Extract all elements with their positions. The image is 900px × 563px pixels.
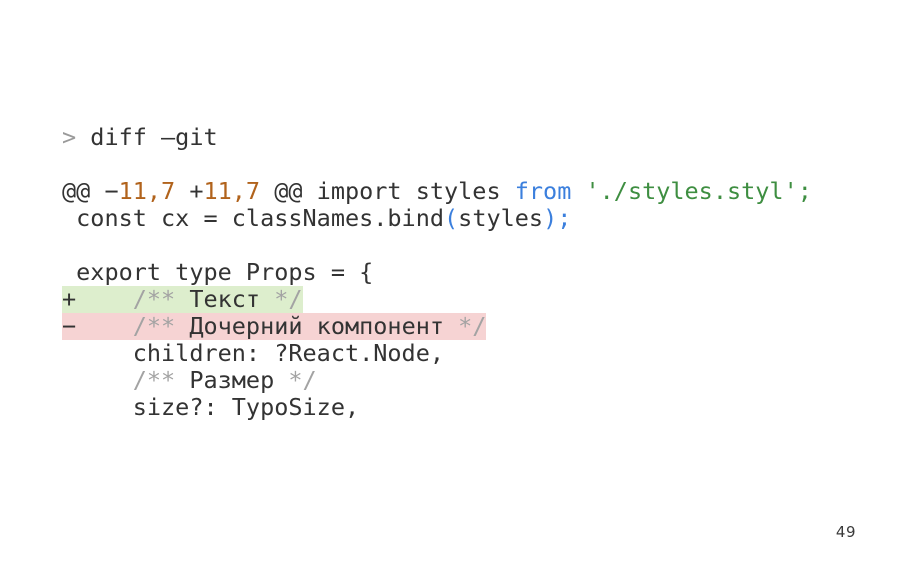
line-added-tekst-token-0: + xyxy=(62,284,133,313)
line-added-tekst-token-3: */ xyxy=(260,284,303,313)
line-removed-docherniy: − /** Дочерний компонент */ xyxy=(62,311,487,340)
line-command-token-1: diff —git xyxy=(90,122,218,151)
line-context-comment-razmer: /** Размер */ xyxy=(62,365,317,394)
line-hunk-header-token-5: from xyxy=(514,176,572,205)
line-hunk-header-token-7: './styles.styl'; xyxy=(585,176,812,205)
line-added-tekst: + /** Текст */ xyxy=(62,284,303,313)
line-hunk-header-token-2: + xyxy=(175,176,204,205)
line-added-tekst-token-2: Текст xyxy=(189,284,261,313)
line-context-const-token-2: styles xyxy=(458,203,544,232)
line-command-token-0: > xyxy=(62,122,91,151)
line-blank-1 xyxy=(62,151,76,178)
line-blank-2 xyxy=(62,232,76,259)
diff-code-block: > diff —git @@ −11,7 +11,7 @@ import sty… xyxy=(62,122,812,421)
line-hunk-header-token-0: @@ − xyxy=(62,176,119,205)
line-context-children: children: ?React.Node, xyxy=(62,338,445,367)
line-blank-1-token-0 xyxy=(62,150,76,178)
slide-canvas: > diff —git @@ −11,7 +11,7 @@ import sty… xyxy=(0,0,900,563)
line-hunk-header: @@ −11,7 +11,7 @@ import styles from './… xyxy=(62,176,812,205)
line-removed-docherniy-token-3: */ xyxy=(444,311,487,340)
line-removed-docherniy-token-2: Дочерний компонент xyxy=(189,311,445,340)
line-hunk-header-token-1: 11,7 xyxy=(118,176,176,205)
line-context-export: export type Props = { xyxy=(62,257,374,286)
line-context-const-token-3: ); xyxy=(543,203,572,232)
line-context-size: size?: TypoSize, xyxy=(62,392,360,421)
line-context-const: const cx = classNames.bind(styles); xyxy=(62,203,572,232)
line-context-children-token-0: children: ?React.Node, xyxy=(62,338,445,367)
line-context-comment-razmer-token-2: Размер xyxy=(189,365,275,394)
line-context-size-token-0: size?: TypoSize, xyxy=(62,392,360,421)
line-context-const-token-1: ( xyxy=(444,203,459,232)
line-context-export-token-0: export type Props = { xyxy=(62,257,374,286)
line-removed-docherniy-token-0: − xyxy=(62,311,133,340)
line-context-comment-razmer-token-0 xyxy=(62,366,133,394)
line-context-const-token-0: const cx = classNames.bind xyxy=(62,203,445,232)
line-hunk-header-token-6 xyxy=(571,177,585,205)
line-hunk-header-token-3: 11,7 xyxy=(203,176,261,205)
page-number: 49 xyxy=(835,523,856,541)
line-command: > diff —git xyxy=(62,122,218,151)
line-context-comment-razmer-token-3: */ xyxy=(274,365,317,394)
line-removed-docherniy-token-1: /** xyxy=(132,311,190,340)
line-hunk-header-token-4: @@ import styles xyxy=(260,176,515,205)
line-context-comment-razmer-token-1: /** xyxy=(132,365,190,394)
line-added-tekst-token-1: /** xyxy=(132,284,190,313)
line-blank-2-token-0 xyxy=(62,231,76,259)
